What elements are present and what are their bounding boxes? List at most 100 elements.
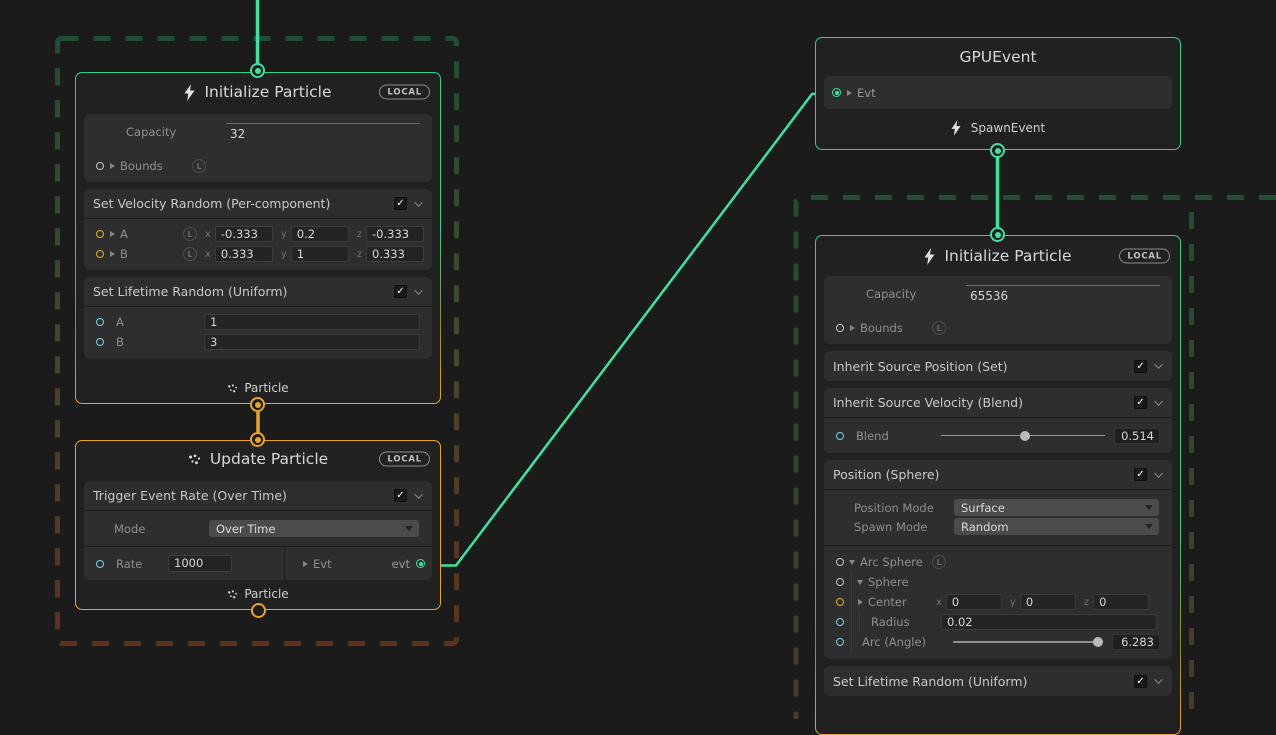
vector-port[interactable] [836,598,844,606]
float-port[interactable] [836,432,844,440]
block-header[interactable]: Position (Sphere) ✓ [824,460,1172,490]
blend-value-field[interactable]: 0.514 [1114,428,1160,444]
z-field[interactable]: 0 [1093,594,1149,610]
collapse-chevron-icon[interactable] [1154,397,1162,405]
slider-thumb[interactable] [1020,431,1030,441]
flow-port-update-input[interactable] [250,432,265,447]
block-header[interactable]: Inherit Source Velocity (Blend) ✓ [824,388,1172,418]
block-header[interactable]: Set Lifetime Random (Uniform) ✓ [84,277,432,307]
arc-angle-field[interactable]: 6.283 [1112,634,1160,650]
expand-arrow-icon[interactable] [110,231,115,237]
flow-output-label: Particle [244,587,288,601]
inherit-source-position-block: Inherit Source Position (Set) ✓ [824,351,1172,381]
enabled-checkbox[interactable]: ✓ [394,489,407,502]
y-field[interactable]: 1 [291,246,349,262]
y-field[interactable]: 0 [1020,594,1076,610]
init-particle-right-node[interactable]: Initialize Particle LOCAL Capacity 65536… [815,235,1181,735]
float-port[interactable] [96,318,104,326]
row-label: B [116,335,204,349]
arc-angle-slider[interactable] [953,636,1103,648]
x-field[interactable]: -0.333 [215,226,273,242]
evt-input-block: Evt [824,76,1172,109]
position-mode-dropdown[interactable]: Surface [954,499,1159,516]
rate-field[interactable]: 1000 [168,555,232,572]
bounds-port[interactable] [836,324,844,332]
flow-port-gpuevent-output[interactable] [990,143,1005,158]
spawn-mode-dropdown[interactable]: Random [954,518,1159,535]
sphere-port[interactable] [836,578,844,586]
enabled-checkbox[interactable]: ✓ [1134,468,1147,481]
float-port[interactable] [96,560,104,568]
arc-sphere-port[interactable] [836,558,844,566]
capacity-field[interactable]: 65536 [966,285,1160,303]
block-title: Trigger Event Rate (Over Time) [93,488,287,503]
expand-arrow-icon[interactable] [110,251,115,257]
node-header[interactable]: Initialize Particle LOCAL [816,236,1180,276]
flow-port-init-left-input[interactable] [250,63,265,78]
evt-event-port[interactable] [416,559,425,568]
collapse-chevron-icon[interactable] [1154,360,1162,368]
block-header[interactable]: Set Lifetime Random (Uniform) ✓ [824,666,1172,696]
vector-port[interactable] [96,230,104,238]
particle-output-label-row: Particle [76,381,440,395]
init-particle-left-node[interactable]: Initialize Particle LOCAL Capacity 32 Bo… [75,72,441,404]
value-field[interactable]: 1 [204,314,420,330]
mode-dropdown[interactable]: Over Time [209,520,419,537]
update-particle-node[interactable]: Update Particle LOCAL Trigger Event Rate… [75,440,441,610]
radius-field[interactable]: 0.02 [941,614,1157,630]
block-title: Set Lifetime Random (Uniform) [833,674,1027,689]
enabled-checkbox[interactable]: ✓ [394,197,407,210]
gpu-event-node[interactable]: GPUEvent Evt SpawnEvent [815,37,1181,150]
flow-port-update-output[interactable] [251,603,266,618]
vector-port[interactable] [96,250,104,258]
slider-thumb[interactable] [1093,637,1103,647]
x-field[interactable]: 0 [946,594,1002,610]
indent-guide [851,632,852,652]
expand-arrow-icon[interactable] [850,325,855,331]
collapse-arrow-icon[interactable] [849,560,855,565]
block-title: Inherit Source Position (Set) [833,359,1008,374]
blend-slider[interactable] [941,430,1105,442]
collapse-chevron-icon[interactable] [414,490,422,498]
flow-port-init-left-output[interactable] [250,397,265,412]
value-field[interactable]: 3 [204,334,420,350]
float-port[interactable] [96,338,104,346]
x-field[interactable]: 0.333 [215,246,273,262]
capacity-field[interactable]: 32 [226,123,420,141]
edge-evt-to-gpuevent[interactable] [425,93,837,566]
position-mode-row: Position Mode Surface [824,498,1172,517]
block-header[interactable]: Trigger Event Rate (Over Time) ✓ [84,481,432,511]
linked-badge: L [183,247,197,261]
enabled-checkbox[interactable]: ✓ [1134,675,1147,688]
float-port[interactable] [836,638,844,646]
collapse-chevron-icon[interactable] [1154,675,1162,683]
linked-badge: L [192,159,206,173]
collapse-chevron-icon[interactable] [1154,469,1162,477]
node-header[interactable]: Initialize Particle LOCAL [76,73,440,111]
set-lifetime-random-block: Set Lifetime Random (Uniform) ✓ [824,666,1172,696]
z-field[interactable]: 0.333 [366,246,424,262]
expand-arrow-icon[interactable] [110,163,115,169]
vfx-graph-canvas[interactable]: { "colors": { "event_green": "#3be59f", … [0,0,1276,719]
y-field[interactable]: 0.2 [291,226,349,242]
bounds-port[interactable] [96,162,104,170]
block-header[interactable]: Inherit Source Position (Set) ✓ [824,351,1172,381]
node-header[interactable]: GPUEvent [816,38,1180,76]
axis-y-label: y [281,229,287,240]
evt-output-cell: Evt evt [285,547,432,580]
collapse-arrow-icon[interactable] [857,580,863,585]
center-row: Center x 0 y 0 z 0 [824,592,1172,612]
row-label: B [120,247,183,261]
float-port[interactable] [836,618,844,626]
enabled-checkbox[interactable]: ✓ [1134,396,1147,409]
flow-port-init-right-input[interactable] [990,227,1005,242]
z-field[interactable]: -0.333 [366,226,424,242]
evt-input-port[interactable] [832,88,841,97]
enabled-checkbox[interactable]: ✓ [394,285,407,298]
collapse-chevron-icon[interactable] [414,198,422,206]
enabled-checkbox[interactable]: ✓ [1134,360,1147,373]
node-title-label: Initialize Particle [204,83,331,101]
expand-arrow-icon[interactable] [858,599,863,605]
collapse-chevron-icon[interactable] [414,286,422,294]
block-header[interactable]: Set Velocity Random (Per-component) ✓ [84,189,432,219]
